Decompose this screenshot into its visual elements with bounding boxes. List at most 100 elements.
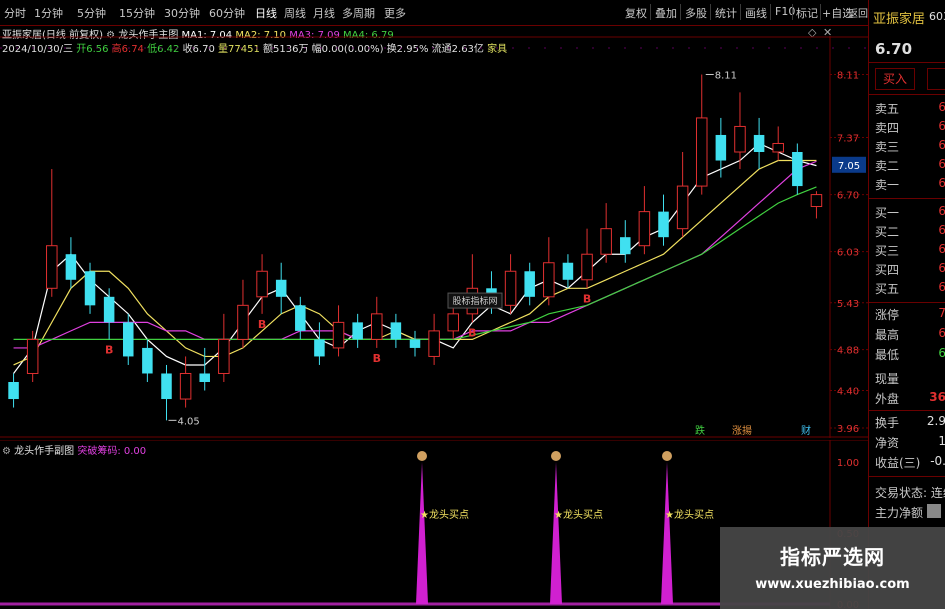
candle-up — [218, 338, 230, 374]
ask5-value: 6 — [938, 100, 945, 114]
money-bag-icon — [662, 451, 672, 461]
day-low-label: 最低 — [875, 348, 900, 362]
overlay-button[interactable]: 叠加 — [655, 5, 677, 21]
main-net-label: 主力净额 — [875, 506, 924, 520]
watermark-url: www.xuezhibiao.com — [755, 577, 910, 592]
high-price-label: 8.11 — [715, 70, 737, 81]
expand-icon[interactable] — [927, 504, 941, 518]
candle-up — [581, 253, 593, 281]
sell-button[interactable] — [927, 68, 945, 90]
statistics-button[interactable]: 统计 — [715, 5, 737, 21]
bid5-label: 买五 — [875, 282, 900, 296]
watermark-title: 指标严选网 — [780, 545, 885, 569]
candlestick-chart[interactable]: 8.11 7.37 6.70 6.03 5.43 4.88 4.40 3.96 7.05 8.1… — [0, 36, 868, 438]
trade-status: 交易状态: 连续 — [875, 486, 945, 500]
buy-signal-mark: B — [583, 292, 591, 305]
outer-disc-value: 36 — [929, 390, 945, 404]
multi-stock-button[interactable]: 多股 — [685, 5, 707, 21]
candle-up — [428, 330, 440, 357]
restore-rights-button[interactable]: 复权 — [625, 5, 647, 21]
current-price-label: 7.05 — [838, 161, 860, 172]
period-tab-monthly[interactable]: 月线 — [313, 5, 335, 21]
price-axis-label: 6.03 — [837, 248, 859, 259]
money-bag-icon — [551, 451, 561, 461]
outer-disc-label: 外盘 — [875, 392, 900, 406]
buy-signal-mark: B — [105, 343, 113, 356]
candle-down — [103, 296, 115, 323]
ma-line-ma3 — [13, 160, 817, 349]
candle-up — [543, 262, 555, 298]
panel-stock-code: 603 — [929, 10, 945, 23]
candle-up — [371, 313, 383, 340]
event-tag: 涨揚 — [732, 424, 752, 437]
net-asset-value: 1 — [938, 434, 945, 448]
bid3-value: 6 — [938, 242, 945, 256]
chip-label: 股标指标网 — [452, 295, 497, 307]
ask1-label: 卖一 — [875, 178, 900, 192]
ask4-value: 6 — [938, 119, 945, 133]
current-vol-label: 现量 — [875, 372, 900, 386]
price-axis-label: 3.96 — [837, 424, 859, 435]
signal-label: ★龙头买点 — [665, 508, 714, 521]
bid4-value: 6 — [938, 261, 945, 275]
quote-panel: 亚振家居 603 6.70 买入 卖五 6 卖四 6 卖三 6 卖二 6 卖一 … — [868, 0, 945, 609]
candle-down — [753, 134, 765, 152]
candle-down — [390, 322, 402, 340]
period-tab-intraday[interactable]: 分时 — [4, 5, 26, 21]
period-tab-1min[interactable]: 1分钟 — [34, 5, 63, 21]
candle-up — [734, 125, 746, 153]
ask3-label: 卖三 — [875, 140, 900, 154]
period-tab-60min[interactable]: 60分钟 — [209, 5, 245, 21]
candle-down — [314, 339, 325, 357]
candle-down — [199, 373, 210, 382]
candle-down — [524, 271, 535, 297]
back-button[interactable]: 返回 — [848, 5, 868, 20]
period-tab-15min[interactable]: 15分钟 — [119, 5, 155, 21]
bid3-label: 买三 — [875, 244, 900, 258]
limit-up-value: 7 — [938, 306, 945, 320]
candle-up — [772, 142, 784, 153]
candle-down — [562, 262, 574, 280]
buy-button[interactable]: 买入 — [875, 68, 915, 90]
low-price-label: 4.05 — [177, 416, 199, 427]
bid1-label: 买一 — [875, 206, 900, 220]
candle-up — [695, 117, 708, 187]
candle-down — [142, 347, 153, 374]
candle-down — [792, 152, 803, 187]
candle-up — [46, 245, 58, 289]
candle-down — [352, 322, 363, 340]
buy-signal-mark: B — [258, 318, 266, 331]
candle-up — [26, 338, 39, 374]
period-tab-30min[interactable]: 30分钟 — [164, 5, 200, 21]
mark-button[interactable]: 标记 — [796, 5, 818, 21]
signal-spike — [661, 462, 673, 604]
ma-line-ma4 — [13, 186, 817, 341]
candle-down — [620, 237, 631, 255]
panel-price: 6.70 — [875, 40, 913, 58]
candle-up — [237, 304, 249, 340]
candle-up — [600, 228, 612, 255]
period-tab-daily[interactable]: 日线 — [255, 5, 277, 21]
period-tab-5min[interactable]: 5分钟 — [77, 5, 106, 21]
period-tab-more[interactable]: 更多 — [384, 5, 406, 21]
price-axis-label: 6.70 — [837, 191, 859, 202]
candle-up — [810, 194, 823, 208]
period-tab-multi[interactable]: 多周期 — [342, 5, 375, 21]
ask2-value: 6 — [938, 157, 945, 171]
price-axis-label: 4.88 — [837, 346, 859, 357]
buy-signal-mark: B — [468, 326, 476, 339]
sub-axis-label: 1.00 — [837, 458, 859, 469]
ask4-label: 卖四 — [875, 121, 900, 135]
period-tab-weekly[interactable]: 周线 — [284, 5, 306, 21]
price-axis-label: 7.37 — [837, 134, 859, 145]
candle-down — [715, 134, 727, 161]
draw-line-button[interactable]: 画线 — [745, 5, 767, 21]
candle-down — [295, 305, 306, 331]
ask1-value: 6 — [938, 176, 945, 190]
period-toolbar: 分时 1分钟 5分钟 15分钟 30分钟 60分钟 日线 周线 月线 多周期 更… — [0, 0, 868, 26]
day-low-value: 6 — [938, 346, 945, 360]
candle-down — [409, 339, 421, 348]
bid2-value: 6 — [938, 223, 945, 237]
bid5-value: 6 — [938, 280, 945, 294]
candle-up — [638, 211, 651, 247]
